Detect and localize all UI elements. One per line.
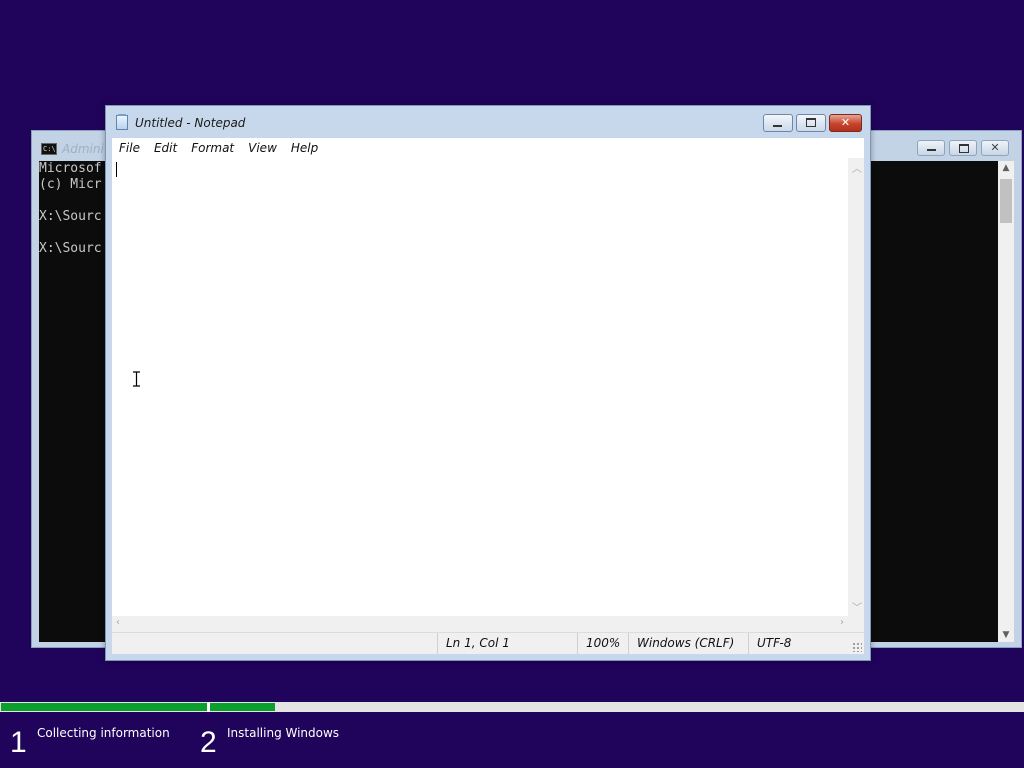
notepad-titlebar[interactable]: Untitled - Notepad <box>106 106 870 138</box>
progress-step1-fill <box>1 703 207 711</box>
console-close-button[interactable]: ✕ <box>981 140 1009 156</box>
scroll-up-icon[interactable]: ▲ <box>998 163 1014 173</box>
notepad-icon <box>116 114 128 130</box>
step-number: 1 <box>10 726 27 759</box>
console-line: X:\Sourc <box>39 241 102 256</box>
console-icon: C:\ <box>41 143 57 155</box>
scroll-down-icon[interactable]: ﹀ <box>852 599 862 614</box>
console-line: (c) Micr <box>39 177 102 192</box>
editor-horizontal-scrollbar[interactable]: ‹ › <box>112 616 848 632</box>
status-cursor-position: Ln 1, Col 1 <box>437 633 577 654</box>
resize-grip-icon[interactable] <box>852 642 862 652</box>
status-line-ending: Windows (CRLF) <box>628 633 748 654</box>
notepad-window[interactable]: Untitled - Notepad File Edit Format View… <box>105 105 871 661</box>
scroll-right-icon[interactable]: › <box>840 617 844 628</box>
scrollbar-corner <box>848 616 864 632</box>
console-line: Microsof <box>39 161 102 176</box>
step-label: Installing Windows <box>227 726 340 740</box>
menu-format[interactable]: Format <box>184 138 241 158</box>
status-bar: Ln 1, Col 1 100% Windows (CRLF) UTF-8 <box>112 632 864 654</box>
text-editor[interactable] <box>112 158 848 616</box>
menu-view[interactable]: View <box>241 138 284 158</box>
console-scroll-thumb[interactable] <box>1000 179 1012 223</box>
step-label: Collecting information <box>37 726 170 740</box>
menu-edit[interactable]: Edit <box>147 138 184 158</box>
menu-bar: File Edit Format View Help <box>112 138 864 158</box>
notepad-maximize-button[interactable] <box>796 114 826 132</box>
console-maximize-button[interactable] <box>949 140 977 156</box>
notepad-close-button[interactable] <box>829 114 862 132</box>
editor-vertical-scrollbar[interactable]: ︿ ﹀ <box>848 158 864 616</box>
console-line: X:\Sourc <box>39 209 102 224</box>
menu-file[interactable]: File <box>112 138 147 158</box>
scroll-down-icon[interactable]: ▼ <box>998 630 1014 640</box>
text-caret <box>116 162 117 177</box>
menu-help[interactable]: Help <box>284 138 325 158</box>
status-encoding: UTF-8 <box>748 633 864 654</box>
console-minimize-button[interactable] <box>917 140 945 156</box>
notepad-minimize-button[interactable] <box>763 114 793 132</box>
scroll-up-icon[interactable]: ︿ <box>852 160 862 175</box>
ibeam-cursor-icon <box>133 371 140 387</box>
scroll-left-icon[interactable]: ‹ <box>116 617 120 628</box>
step-number: 2 <box>200 726 217 759</box>
console-scrollbar[interactable]: ▲ ▼ <box>998 161 1014 642</box>
status-zoom: 100% <box>577 633 628 654</box>
notepad-title: Untitled - Notepad <box>135 116 246 130</box>
console-title: Admini <box>62 142 104 156</box>
progress-step2-fill <box>210 703 275 711</box>
setup-progress-bar <box>0 702 1024 712</box>
